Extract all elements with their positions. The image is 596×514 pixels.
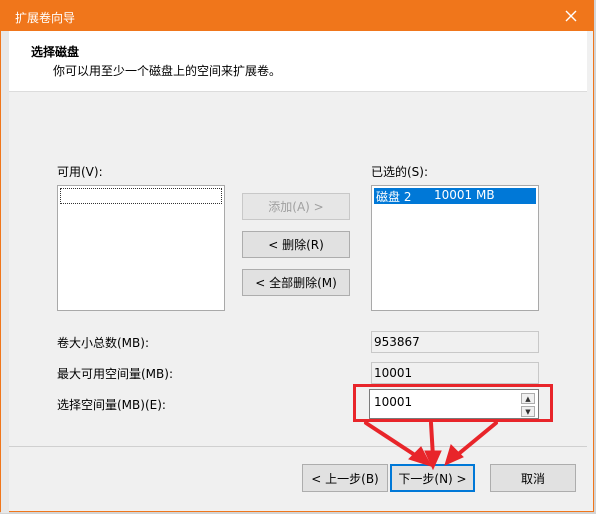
disk-size: 10001 MB — [434, 188, 495, 202]
selected-label: 已选的(S): — [371, 165, 429, 179]
cancel-button[interactable]: 取消 — [490, 464, 576, 492]
remove-button[interactable]: < 删除(R) — [242, 231, 350, 258]
extend-volume-wizard-dialog: 扩展卷向导 选择磁盘 你可以用至少一个磁盘上的空间来扩展卷。 可用(V): 添加… — [0, 0, 594, 513]
max-space-label: 最大可用空间量(MB): — [57, 367, 173, 381]
max-space-value: 10001 — [371, 362, 539, 384]
wizard-header: 选择磁盘 你可以用至少一个磁盘上的空间来扩展卷。 — [9, 31, 587, 92]
title-bar: 扩展卷向导 — [1, 1, 593, 31]
close-button[interactable] — [549, 1, 593, 31]
total-size-label: 卷大小总数(MB): — [57, 336, 149, 350]
disk-name: 磁盘 2 — [376, 190, 412, 204]
available-label: 可用(V): — [57, 165, 103, 179]
arrow-icon — [454, 421, 498, 458]
window-title: 扩展卷向导 — [15, 11, 76, 25]
next-button[interactable]: 下一步(N) > — [390, 464, 475, 492]
header-subtitle: 你可以用至少一个磁盘上的空间来扩展卷。 — [53, 64, 282, 78]
select-space-label: 选择空间量(MB)(E): — [57, 398, 166, 412]
close-icon — [565, 10, 577, 22]
header-title: 选择磁盘 — [31, 45, 80, 59]
available-listbox[interactable] — [57, 185, 225, 311]
total-size-value: 953867 — [371, 331, 539, 353]
add-button[interactable]: 添加(A) > — [242, 193, 350, 220]
arrow-head-icon — [444, 444, 464, 466]
available-focus-item — [60, 188, 222, 204]
remove-all-button[interactable]: < 全部删除(M) — [242, 269, 350, 296]
selected-listbox[interactable]: 磁盘 2 10001 MB — [371, 185, 539, 311]
footer-separator — [9, 446, 587, 447]
annotation-highlight-box — [353, 384, 553, 422]
back-button[interactable]: < 上一步(B) — [302, 464, 388, 492]
left-gutter — [1, 31, 9, 513]
arrow-icon — [429, 421, 435, 459]
arrow-icon — [364, 421, 423, 461]
list-item[interactable]: 磁盘 2 10001 MB — [374, 188, 536, 204]
